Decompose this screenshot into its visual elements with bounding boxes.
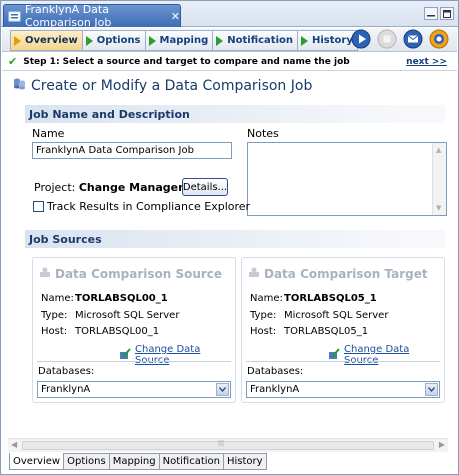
arrow-icon: [14, 35, 21, 46]
minimize-icon[interactable]: [424, 7, 438, 20]
bottom-tab-notification[interactable]: Notification: [159, 453, 224, 470]
target-name-row: Name: TORLABSQL05_1: [250, 293, 377, 304]
source-change-data-source-link[interactable]: Change Data Source: [119, 344, 235, 366]
arrow-icon: [148, 35, 156, 46]
instruction-text: Step 1: Select a source and target to co…: [23, 56, 350, 67]
source-type-row: Type: Microsoft SQL Server: [41, 310, 180, 321]
step-overview[interactable]: Overview: [10, 30, 82, 51]
bottom-tab-mapping[interactable]: Mapping: [109, 453, 160, 470]
target-type-row: Type: Microsoft SQL Server: [250, 310, 389, 321]
target-title: Data Comparison Target: [248, 266, 428, 281]
page-title: Create or Modify a Data Comparison Job: [13, 77, 312, 94]
notes-label: Notes: [247, 127, 279, 140]
editor-window: FranklynA Data Comparison Job ✕ Overview…: [0, 0, 459, 475]
target-change-data-source-link[interactable]: Change Data Source: [328, 344, 444, 366]
step-navigation: Overview Options Mapping Notification Hi…: [2, 28, 457, 52]
source-databases-select[interactable]: FranklynA: [37, 381, 231, 398]
bottom-tab-history[interactable]: History: [224, 453, 267, 470]
job-name-section-header: Job Name and Description: [25, 105, 445, 123]
horizontal-scrollbar[interactable]: ◀ ||| ▶: [8, 438, 448, 452]
step-notification[interactable]: Notification: [212, 30, 297, 51]
maximize-icon[interactable]: [440, 7, 454, 20]
source-databases-label: Databases:: [38, 366, 95, 377]
bottom-tabs: Overview Options Mapping Notification Hi…: [9, 453, 267, 470]
data-comparison-source-panel: Data Comparison Source Name: TORLABSQL00_…: [32, 257, 236, 403]
run-icon[interactable]: [351, 29, 371, 49]
close-icon[interactable]: ✕: [171, 10, 180, 23]
target-icon: [248, 266, 260, 281]
target-databases-label: Databases:: [247, 366, 304, 377]
database-compare-icon: [13, 77, 26, 94]
scroll-up-icon[interactable]: ▲: [436, 146, 441, 154]
job-sources-section-header: Job Sources: [25, 230, 445, 248]
bottom-tab-options[interactable]: Options: [64, 453, 110, 470]
editor-tab[interactable]: FranklynA Data Comparison Job ✕: [3, 3, 181, 29]
details-button[interactable]: Details...: [182, 178, 228, 196]
scroll-left-icon[interactable]: ◀: [11, 440, 17, 449]
track-results-label: Track Results in Compliance Explorer: [47, 200, 251, 213]
divider: [37, 361, 231, 362]
source-icon: [39, 266, 51, 281]
email-icon[interactable]: [403, 29, 423, 49]
scrollbar-grip-icon: |||: [218, 440, 225, 447]
divider: [246, 361, 440, 362]
next-link[interactable]: next >>: [406, 57, 447, 67]
arrow-icon: [300, 35, 308, 46]
name-label: Name: [32, 127, 65, 140]
arrow-icon: [85, 35, 93, 46]
scrollbar-thumb[interactable]: [22, 441, 434, 450]
job-name-input[interactable]: FranklynA Data Comparison Job: [32, 142, 232, 159]
scroll-down-icon[interactable]: ▼: [436, 204, 441, 212]
source-title: Data Comparison Source: [39, 266, 222, 281]
step-history[interactable]: History: [296, 30, 358, 51]
checkmark-icon: ✔: [8, 55, 18, 68]
chevron-down-icon[interactable]: [425, 383, 438, 396]
step-mapping[interactable]: Mapping: [144, 30, 213, 51]
stop-icon[interactable]: [377, 29, 397, 49]
editor-tab-bar: FranklynA Data Comparison Job ✕: [1, 1, 458, 29]
editor-tab-title: FranklynA Data Comparison Job: [25, 3, 112, 29]
bottom-tab-overview[interactable]: Overview: [9, 453, 65, 470]
step-options[interactable]: Options: [81, 30, 145, 51]
chevron-down-icon[interactable]: [216, 383, 229, 396]
instruction-bar: ✔ Step 1: Select a source and target to …: [2, 53, 457, 71]
target-databases-select[interactable]: FranklynA: [246, 381, 440, 398]
job-icon: [8, 10, 21, 23]
scroll-right-icon[interactable]: ▶: [439, 440, 445, 449]
target-host-row: Host: TORLABSQL05_1: [250, 326, 369, 337]
notes-textarea[interactable]: ▲ ▼: [247, 142, 447, 216]
source-host-row: Host: TORLABSQL00_1: [41, 326, 160, 337]
arrow-icon: [216, 35, 224, 46]
data-comparison-target-panel: Data Comparison Target Name: TORLABSQL05_…: [241, 257, 445, 403]
notes-scrollbar[interactable]: ▲ ▼: [432, 143, 446, 215]
source-name-row: Name: TORLABSQL00_1: [41, 293, 168, 304]
help-icon[interactable]: [429, 29, 449, 49]
track-results-checkbox[interactable]: [33, 201, 44, 212]
